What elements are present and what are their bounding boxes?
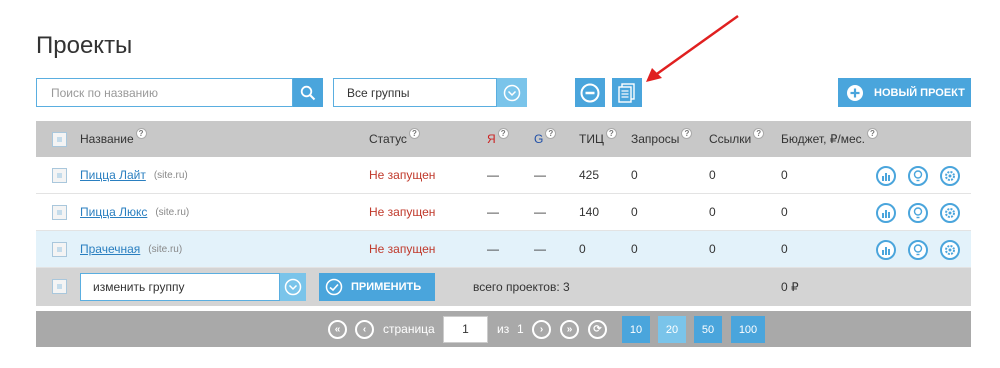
google-position: — [534, 168, 546, 182]
settings-icon[interactable] [940, 240, 960, 260]
budget-value: 0 [781, 205, 788, 219]
new-project-label: НОВЫЙ ПРОЕКТ [874, 86, 965, 99]
project-link[interactable]: Пицца Люкс [80, 205, 147, 219]
lightbulb-icon[interactable] [908, 240, 928, 260]
help-icon[interactable]: ? [681, 127, 693, 139]
select-all-checkbox[interactable] [52, 132, 67, 147]
help-icon[interactable]: ? [545, 127, 557, 139]
tic-value: 0 [579, 242, 586, 256]
yandex-position: — [487, 242, 499, 256]
change-group-dropdown-button[interactable] [280, 273, 306, 301]
tic-value: 425 [579, 168, 600, 182]
help-icon[interactable]: ? [866, 127, 878, 139]
table-row: Пицца Лайт (site.ru) Не запущен — — 425 0… [36, 157, 971, 194]
bulk-actions-row: изменить группу ПРИМЕНИТЬ всего проектов… [36, 268, 971, 306]
total-budget: 0 ₽ [781, 280, 799, 294]
project-site: (site.ru) [153, 169, 188, 181]
of-label: из [497, 322, 510, 336]
next-page-icon[interactable]: › [532, 320, 551, 339]
stats-icon[interactable] [876, 203, 896, 223]
project-site: (site.ru) [155, 206, 190, 218]
queries-value: 0 [631, 168, 638, 182]
project-link[interactable]: Прачечная [80, 242, 140, 256]
help-icon[interactable]: ? [605, 127, 617, 139]
chevron-down-icon [284, 278, 302, 296]
row-checkbox[interactable] [52, 242, 67, 257]
search-input[interactable]: Поиск по названию [36, 78, 293, 107]
first-page-icon[interactable]: « [328, 320, 347, 339]
links-value: 0 [709, 205, 716, 219]
page-size-50[interactable]: 50 [694, 316, 722, 343]
settings-icon[interactable] [940, 166, 960, 186]
page-size-100[interactable]: 100 [731, 316, 765, 343]
change-group-select[interactable]: изменить группу [80, 273, 280, 301]
page-number-input[interactable]: 1 [443, 316, 488, 343]
lightbulb-icon[interactable] [908, 166, 928, 186]
yandex-position: — [487, 205, 499, 219]
status-text: Не запущен [369, 242, 436, 256]
total-projects: всего проектов: 3 [473, 280, 570, 294]
page-size-10[interactable]: 10 [622, 316, 650, 343]
group-filter-select[interactable]: Все группы [333, 78, 497, 107]
total-pages: 1 [517, 322, 524, 336]
status-text: Не запущен [369, 205, 436, 219]
search-icon [300, 85, 316, 100]
yandex-position: — [487, 168, 499, 182]
apply-label: ПРИМЕНИТЬ [351, 281, 422, 293]
column-name: Название [80, 132, 134, 146]
status-text: Не запущен [369, 168, 436, 182]
refresh-icon[interactable]: ⟳ [588, 320, 607, 339]
page-size-20[interactable]: 20 [658, 316, 686, 343]
stats-icon[interactable] [876, 166, 896, 186]
copy-report-button[interactable] [612, 78, 642, 107]
column-budget: Бюджет, ₽/мес. [781, 132, 865, 146]
stats-icon[interactable] [876, 240, 896, 260]
help-icon[interactable]: ? [135, 127, 147, 139]
check-circle-icon [325, 278, 343, 296]
queries-value: 0 [631, 242, 638, 256]
column-yandex: Я [487, 132, 496, 146]
column-tic: ТИЦ [579, 132, 604, 146]
annotation-arrow [646, 14, 739, 82]
project-site: (site.ru) [148, 243, 183, 255]
queries-value: 0 [631, 205, 638, 219]
apply-button[interactable]: ПРИМЕНИТЬ [319, 273, 435, 301]
document-icon [618, 82, 635, 103]
chevron-down-icon [503, 84, 521, 101]
settings-icon[interactable] [940, 203, 960, 223]
project-link[interactable]: Пицца Лайт [80, 168, 146, 182]
column-queries: Запросы [631, 132, 680, 146]
column-links: Ссылки [709, 132, 752, 146]
row-checkbox[interactable] [52, 168, 67, 183]
bulk-select-checkbox[interactable] [52, 279, 67, 294]
column-google: G [534, 132, 544, 146]
new-project-button[interactable]: НОВЫЙ ПРОЕКТ [838, 78, 971, 107]
tic-value: 140 [579, 205, 600, 219]
collapse-all-button[interactable] [575, 78, 605, 107]
help-icon[interactable]: ? [753, 127, 765, 139]
column-status: Статус [369, 132, 407, 146]
page-title: Проекты [36, 32, 133, 59]
links-value: 0 [709, 242, 716, 256]
budget-value: 0 [781, 168, 788, 182]
lightbulb-icon[interactable] [908, 203, 928, 223]
search-button[interactable] [293, 78, 323, 107]
pagination-bar: « ‹ страница 1 из 1 › » ⟳ 10 20 50 100 [36, 311, 971, 347]
budget-value: 0 [781, 242, 788, 256]
help-icon[interactable]: ? [408, 127, 420, 139]
table-row: Пицца Люкс (site.ru) Не запущен — — 140 0… [36, 194, 971, 231]
group-filter-dropdown-button[interactable] [497, 78, 527, 107]
google-position: — [534, 205, 546, 219]
minus-circle-icon [580, 83, 600, 102]
help-icon[interactable]: ? [497, 127, 509, 139]
row-checkbox[interactable] [52, 205, 67, 220]
prev-page-icon[interactable]: ‹ [355, 320, 374, 339]
google-position: — [534, 242, 546, 256]
table-row: Прачечная (site.ru) Не запущен — — 0 0 0 … [36, 231, 971, 268]
last-page-icon[interactable]: » [560, 320, 579, 339]
plus-circle-icon [847, 84, 863, 101]
table-header: Название? Статус? Я? G? ТИЦ? Запросы? Сс… [36, 121, 971, 157]
page-label: страница [383, 322, 435, 336]
links-value: 0 [709, 168, 716, 182]
